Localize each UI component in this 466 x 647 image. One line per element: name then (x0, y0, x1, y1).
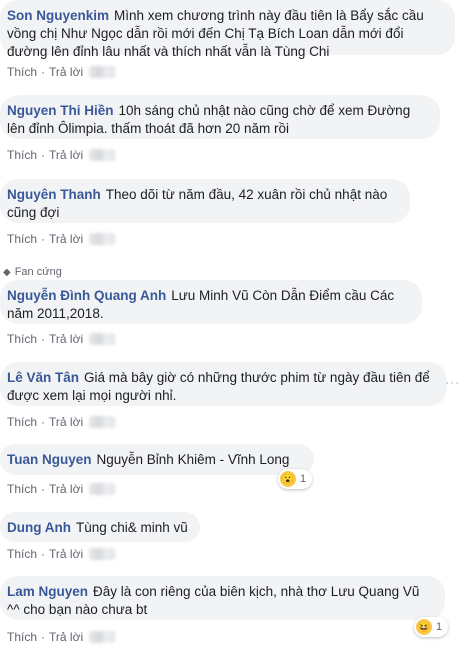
comment-text: Nguyễn Bỉnh Khiêm - Vĩnh Long (96, 452, 290, 467)
comment-actions: Thích · Trả lời (7, 64, 116, 80)
comment-actions: Thích · Trả lời (7, 231, 116, 247)
blurred-timestamp (89, 333, 116, 345)
reply-link[interactable]: Trả lời (49, 232, 83, 246)
separator-dot: · (41, 148, 46, 162)
separator-dot: · (41, 547, 46, 561)
blurred-timestamp (89, 548, 116, 560)
comment-actions: Thích · Trả lời (7, 331, 116, 347)
commenter-name[interactable]: Dung Anh (7, 520, 71, 535)
like-link[interactable]: Thích (7, 482, 37, 496)
like-link[interactable]: Thích (7, 232, 37, 246)
like-link[interactable]: Thích (7, 547, 37, 561)
separator-dot: · (41, 332, 46, 346)
comment-bubble: Dung Anh Tùng chi& minh vũ (0, 512, 200, 542)
reply-link[interactable]: Trả lời (49, 65, 83, 79)
reaction-count: 1 (436, 621, 443, 633)
reply-link[interactable]: Trả lời (49, 332, 83, 346)
separator-dot: · (41, 232, 46, 246)
reply-link[interactable]: Trả lời (49, 482, 83, 496)
comment-actions: Thích · Trả lời (7, 414, 116, 430)
fan-badge: ◆ Fan cứng (3, 266, 62, 278)
blurred-timestamp (89, 416, 116, 428)
laugh-reaction-icon: 😆 (416, 619, 432, 635)
comment-bubble: Nguyễn Đình Quang Anh Lưu Minh Vũ Còn Dẫn… (0, 280, 422, 324)
reaction-count: 1 (300, 473, 307, 485)
wow-reaction-icon: 😮 (280, 471, 296, 487)
blurred-timestamp (89, 149, 116, 161)
blurred-timestamp (89, 483, 116, 495)
like-link[interactable]: Thích (7, 65, 37, 79)
like-link[interactable]: Thích (7, 630, 37, 644)
comment-bubble: Nguyên Thanh Theo dõi từ năm đầu, 42 xuân… (0, 179, 410, 223)
reply-link[interactable]: Trả lời (49, 415, 83, 429)
comment-actions: Thích · Trả lời (7, 629, 116, 645)
commenter-name[interactable]: Lam Nguyen (7, 584, 88, 599)
separator-dot: · (41, 630, 46, 644)
reply-link[interactable]: Trả lời (49, 547, 83, 561)
comment-actions: Thích · Trả lời (7, 546, 116, 562)
comment-bubble: Tuan Nguyen Nguyễn Bỉnh Khiêm - Vĩnh Long (0, 444, 314, 475)
like-link[interactable]: Thích (7, 332, 37, 346)
blurred-timestamp (89, 631, 116, 643)
comment-actions: Thích · Trả lời (7, 147, 116, 163)
comment-actions: Thích · Trả lời (7, 481, 116, 497)
like-link[interactable]: Thích (7, 415, 37, 429)
comment-bubble: Lê Văn Tân Giá mà bây giờ có những thước … (0, 362, 447, 406)
commenter-name[interactable]: Nguyên Thanh (7, 187, 101, 202)
like-link[interactable]: Thích (7, 148, 37, 162)
comment-bubble: Nguyen Thi Hiền 10h sáng chủ nhật nào cũn… (0, 95, 440, 139)
reaction-counter[interactable]: 😆 1 (414, 617, 449, 637)
reply-link[interactable]: Trả lời (49, 630, 83, 644)
diamond-icon: ◆ (3, 266, 11, 278)
separator-dot: · (41, 415, 46, 429)
separator-dot: · (41, 482, 46, 496)
comment-text: Tùng chi& minh vũ (75, 520, 188, 535)
commenter-name[interactable]: Nguyen Thi Hiền (7, 103, 114, 118)
blurred-timestamp (89, 233, 116, 245)
reply-link[interactable]: Trả lời (49, 148, 83, 162)
commenter-name[interactable]: Lê Văn Tân (7, 370, 79, 385)
fan-badge-label: Fan cứng (14, 266, 62, 278)
more-options-icon[interactable]: ⋮ (445, 376, 461, 390)
separator-dot: · (41, 65, 46, 79)
commenter-name[interactable]: Son Nguyenkim (7, 8, 109, 23)
comment-bubble: Lam Nguyen Đây là con riêng của biên kịch… (0, 576, 445, 620)
blurred-timestamp (89, 66, 116, 78)
reaction-counter[interactable]: 😮 1 (278, 469, 313, 489)
commenter-name[interactable]: Nguyễn Đình Quang Anh (7, 288, 166, 303)
commenter-name[interactable]: Tuan Nguyen (7, 452, 92, 467)
comment-bubble: Son Nguyenkim Mình xem chương trình này đ… (0, 0, 455, 59)
